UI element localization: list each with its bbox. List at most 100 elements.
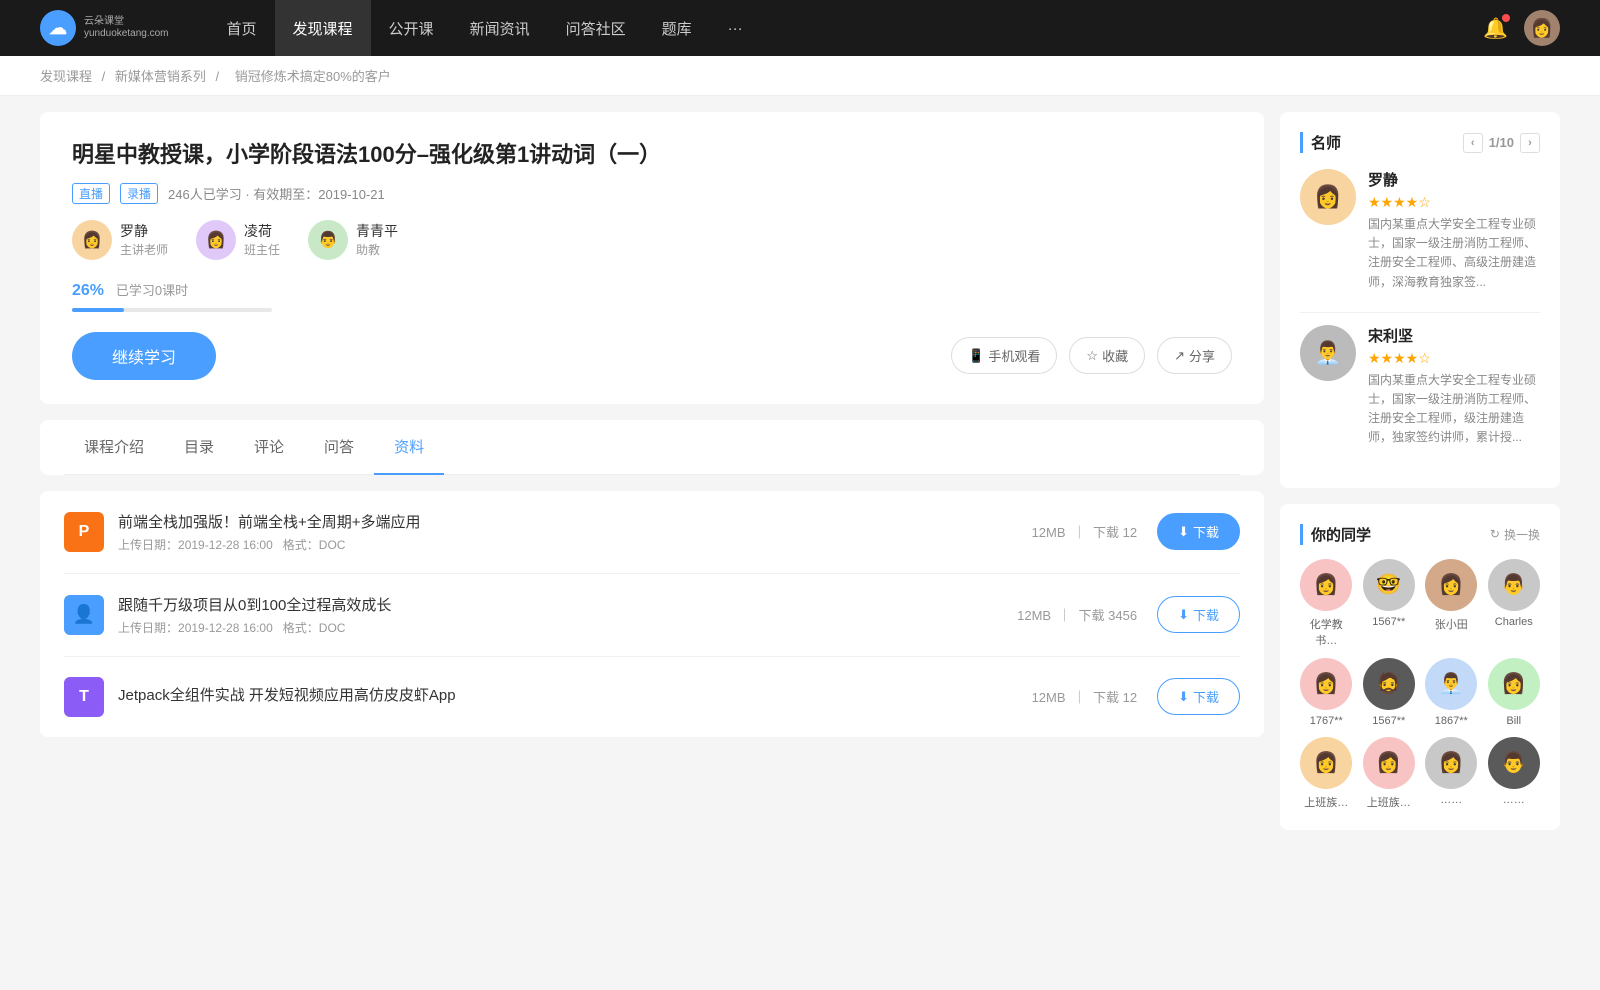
resource-3-stats: 12MB ｜ 下载 12	[1032, 687, 1138, 706]
breadcrumb-link-1[interactable]: 发现课程	[40, 69, 92, 84]
classmates-card: 你的同学 ↻ 换一换 👩 化学教书… 🤓 1567** 👩 张	[1280, 504, 1560, 830]
refresh-button[interactable]: ↻ 换一换	[1490, 526, 1540, 543]
tab-review[interactable]: 评论	[234, 420, 304, 475]
mingshi-desc-2: 国内某重点大学安全工程专业硕士，国家一级注册消防工程师、注册安全工程师，级注册建…	[1368, 371, 1540, 448]
share-button[interactable]: ↗ 分享	[1157, 337, 1232, 374]
classmates-title: 你的同学	[1300, 524, 1371, 545]
download-icon: ⬇	[1178, 689, 1189, 705]
notification-dot	[1502, 14, 1510, 22]
nav-item-discover[interactable]: 发现课程	[275, 0, 371, 56]
resources-list: P 前端全栈加强版！前端全栈+全周期+多端应用 上传日期：2019-12-28 …	[40, 491, 1264, 737]
tab-intro[interactable]: 课程介绍	[64, 420, 164, 475]
download-icon: ⬇	[1178, 607, 1189, 623]
badge-record: 录播	[120, 183, 158, 204]
mingshi-stars-1: ★★★★☆	[1368, 194, 1540, 211]
tabs-container: 课程介绍 目录 评论 问答 资料	[40, 420, 1264, 475]
course-actions: 继续学习 📱 手机观看 ☆ 收藏 ↗ 分享	[72, 332, 1232, 380]
classmate-name: ……	[1503, 794, 1525, 806]
next-page-button[interactable]: ›	[1520, 133, 1540, 153]
classmate-avatar: 👩	[1300, 737, 1352, 789]
mingshi-card: 名师 ‹ 1/10 › 👩 罗静 ★★★★☆ 国内某重点大学安全工程专业硕士，国…	[1280, 112, 1560, 488]
breadcrumb-current: 销冠修炼术搞定80%的客户	[235, 69, 391, 84]
badge-live: 直播	[72, 183, 110, 204]
logo-text: 云朵课堂 yunduoketang.com	[84, 16, 169, 40]
mobile-watch-button[interactable]: 📱 手机观看	[951, 337, 1057, 374]
share-icon: ↗	[1174, 348, 1185, 364]
classmate-avatar: 👩	[1300, 658, 1352, 710]
classmate-avatar: 🧔	[1363, 658, 1415, 710]
classmate-name: 张小田	[1435, 616, 1468, 632]
nav-item-news[interactable]: 新闻资讯	[452, 0, 548, 56]
sidebar: 名师 ‹ 1/10 › 👩 罗静 ★★★★☆ 国内某重点大学安全工程专业硕士，国…	[1280, 112, 1560, 846]
classmate-name: 化学教书…	[1300, 616, 1353, 648]
user-avatar[interactable]: 👩	[1524, 10, 1560, 46]
action-buttons: 📱 手机观看 ☆ 收藏 ↗ 分享	[951, 337, 1232, 374]
collect-button[interactable]: ☆ 收藏	[1069, 337, 1145, 374]
mingshi-teacher-2: 👨‍💼 宋利坚 ★★★★☆ 国内某重点大学安全工程专业硕士，国家一级注册消防工程…	[1300, 325, 1540, 448]
resource-2-stats: 12MB ｜ 下载 3456	[1017, 605, 1137, 624]
nav-item-home[interactable]: 首页	[209, 0, 275, 56]
navigation: ☁ 云朵课堂 yunduoketang.com 首页 发现课程 公开课 新闻资讯…	[0, 0, 1600, 56]
tabs: 课程介绍 目录 评论 问答 资料	[64, 420, 1240, 475]
resource-item: P 前端全栈加强版！前端全栈+全周期+多端应用 上传日期：2019-12-28 …	[64, 491, 1240, 574]
course-title: 明星中教授课，小学阶段语法100分–强化级第1讲动词（一）	[72, 140, 1232, 171]
resource-2-info: 跟随千万级项目从0到100全过程高效成长 上传日期：2019-12-28 16:…	[118, 594, 1017, 636]
download-icon: ⬇	[1178, 524, 1189, 540]
pagination: ‹ 1/10 ›	[1463, 133, 1540, 153]
divider	[1300, 312, 1540, 313]
breadcrumb: 发现课程 / 新媒体营销系列 / 销冠修炼术搞定80%的客户	[0, 56, 1600, 96]
resource-1-stats: 12MB ｜ 下载 12	[1032, 522, 1138, 541]
mingshi-avatar-1: 👩	[1300, 169, 1356, 225]
classmate-item: 👩 Bill	[1488, 658, 1541, 727]
resource-3-download-button[interactable]: ⬇ 下载	[1157, 678, 1240, 715]
tab-resources[interactable]: 资料	[374, 420, 444, 475]
logo[interactable]: ☁ 云朵课堂 yunduoketang.com	[40, 10, 169, 46]
teacher-3-name: 青青平	[356, 221, 398, 241]
resource-2-download-button[interactable]: ⬇ 下载	[1157, 596, 1240, 633]
teacher-1: 👩 罗静 主讲老师	[72, 220, 168, 260]
classmate-name: Bill	[1506, 715, 1521, 727]
resource-1-title: 前端全栈加强版！前端全栈+全周期+多端应用	[118, 511, 1032, 532]
resource-1-download-button[interactable]: ⬇ 下载	[1157, 513, 1240, 550]
classmate-item: 👩 化学教书…	[1300, 559, 1353, 648]
breadcrumb-link-2[interactable]: 新媒体营销系列	[115, 69, 206, 84]
nav-item-open[interactable]: 公开课	[371, 0, 452, 56]
progress-percent: 26%	[72, 282, 104, 299]
classmate-name: Charles	[1495, 616, 1533, 628]
continue-learning-button[interactable]: 继续学习	[72, 332, 216, 380]
tab-qa[interactable]: 问答	[304, 420, 374, 475]
nav-right: 🔔 👩	[1483, 10, 1560, 46]
teacher-1-role: 主讲老师	[120, 241, 168, 258]
teacher-2-avatar: 👩	[196, 220, 236, 260]
classmate-item: 👩 ……	[1425, 737, 1478, 810]
mingshi-info-2: 宋利坚 ★★★★☆ 国内某重点大学安全工程专业硕士，国家一级注册消防工程师、注册…	[1368, 325, 1540, 448]
resource-item: T Jetpack全组件实战 开发短视频应用高仿皮皮虾App 12MB ｜ 下载…	[64, 657, 1240, 737]
prev-page-button[interactable]: ‹	[1463, 133, 1483, 153]
progress-section: 26% 已学习0课时	[72, 280, 1232, 312]
notification-bell[interactable]: 🔔	[1483, 16, 1508, 41]
mingshi-name-2: 宋利坚	[1368, 325, 1540, 346]
mingshi-name-1: 罗静	[1368, 169, 1540, 190]
nav-item-exam[interactable]: 题库	[644, 0, 710, 56]
nav-item-qa[interactable]: 问答社区	[548, 0, 644, 56]
teacher-3-role: 助教	[356, 241, 398, 258]
resource-1-info: 前端全栈加强版！前端全栈+全周期+多端应用 上传日期：2019-12-28 16…	[118, 511, 1032, 553]
resource-2-meta: 上传日期：2019-12-28 16:00 格式：DOC	[118, 619, 1017, 636]
mingshi-info-1: 罗静 ★★★★☆ 国内某重点大学安全工程专业硕士，国家一级注册消防工程师、注册安…	[1368, 169, 1540, 292]
mingshi-desc-1: 国内某重点大学安全工程专业硕士，国家一级注册消防工程师、注册安全工程师、高级注册…	[1368, 215, 1540, 292]
course-meta: 直播 录播 246人已学习 · 有效期至：2019-10-21	[72, 183, 1232, 204]
resource-2-title: 跟随千万级项目从0到100全过程高效成长	[118, 594, 1017, 615]
tab-directory[interactable]: 目录	[164, 420, 234, 475]
teacher-3: 👨 青青平 助教	[308, 220, 398, 260]
teacher-2: 👩 凌荷 班主任	[196, 220, 280, 260]
mobile-icon: 📱	[968, 348, 984, 364]
content-area: 明星中教授课，小学阶段语法100分–强化级第1讲动词（一） 直播 录播 246人…	[40, 112, 1264, 846]
logo-icon: ☁	[40, 10, 76, 46]
classmate-avatar: 👩	[1300, 559, 1352, 611]
classmate-name: 上班族…	[1304, 794, 1348, 810]
classmate-name: 1867**	[1435, 715, 1468, 727]
nav-item-more[interactable]: ···	[710, 0, 761, 56]
resource-2-icon: 👤	[64, 595, 104, 635]
nav-items: 首页 发现课程 公开课 新闻资讯 问答社区 题库 ···	[209, 0, 1484, 56]
classmate-avatar: 👨	[1488, 559, 1540, 611]
